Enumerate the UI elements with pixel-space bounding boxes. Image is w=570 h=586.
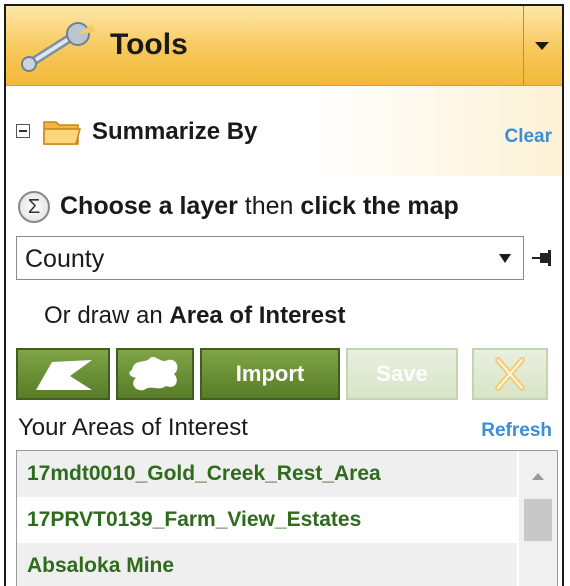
draw-aoi-instruction: Or draw an Area of Interest	[44, 302, 346, 329]
wrench-icon	[20, 22, 100, 77]
x-icon	[495, 357, 525, 391]
panel-menu-dropdown[interactable]	[523, 6, 562, 85]
list-item[interactable]: 17PRVT0139_Farm_View_Estates	[17, 497, 517, 543]
collapse-toggle-icon[interactable]	[16, 124, 30, 138]
layer-select[interactable]: County	[16, 236, 524, 280]
list-item[interactable]: Absaloka Mine	[17, 543, 517, 586]
panel-header: Tools	[6, 6, 562, 86]
scrollbar-thumb[interactable]	[524, 499, 552, 541]
summarize-by-section: Summarize By Clear	[6, 86, 562, 176]
dropdown-arrow-icon	[499, 254, 511, 263]
panel-title: Tools	[110, 28, 188, 61]
folder-icon	[42, 116, 82, 151]
polygon-icon	[36, 360, 92, 390]
save-button[interactable]: Save	[346, 348, 458, 400]
chevron-down-icon	[535, 42, 549, 50]
aoi-list: 17mdt0010_Gold_Creek_Rest_Area 17PRVT013…	[16, 450, 558, 586]
summarize-by-label: Summarize By	[92, 118, 258, 145]
layer-instruction: Choose a layer then click the map	[60, 192, 459, 220]
tools-panel: Tools Summarize By Clear Σ Choose a laye…	[4, 4, 564, 586]
refresh-link[interactable]: Refresh	[481, 420, 552, 442]
sigma-icon: Σ	[18, 191, 50, 223]
list-item[interactable]: 17mdt0010_Gold_Creek_Rest_Area	[17, 451, 517, 497]
draw-polygon-button[interactable]	[16, 348, 110, 400]
layer-select-value: County	[25, 245, 105, 273]
freehand-shape-icon	[129, 357, 178, 391]
draw-freehand-button[interactable]	[116, 348, 194, 400]
list-scrollbar[interactable]	[519, 451, 557, 586]
delete-button[interactable]	[472, 348, 548, 400]
import-button[interactable]: Import	[200, 348, 340, 400]
clear-link[interactable]: Clear	[504, 126, 552, 148]
aoi-list-label: Your Areas of Interest	[18, 414, 248, 441]
scroll-up-icon[interactable]	[532, 473, 544, 480]
pin-icon[interactable]	[532, 250, 554, 271]
